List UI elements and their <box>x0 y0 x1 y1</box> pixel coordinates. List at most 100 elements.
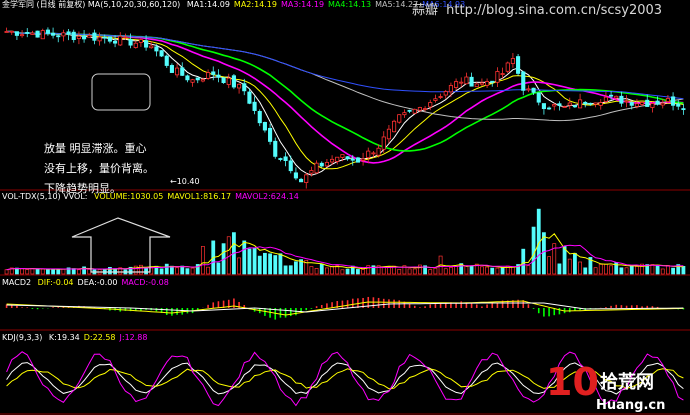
volume-bar <box>35 268 40 275</box>
candle-body <box>314 162 319 174</box>
candle-body <box>252 101 257 111</box>
volume-readout-0: VOLUME:1030.05 <box>94 192 163 201</box>
candle-body <box>557 103 562 106</box>
kdj-readout-2: J:12.88 <box>119 333 148 342</box>
candle-body <box>417 107 422 111</box>
candle-body <box>676 103 681 107</box>
candle-body <box>448 85 453 93</box>
volume-bar <box>273 255 278 275</box>
volume-bar <box>139 264 143 275</box>
volume-bar <box>593 267 598 275</box>
candle-body <box>572 105 577 108</box>
volume-bar <box>345 268 350 275</box>
volume-bar <box>485 266 489 275</box>
candle-body <box>371 152 376 155</box>
volume-bar <box>56 269 61 275</box>
candle-body <box>335 156 340 162</box>
volume-readout-1: MAVOL1:816.17 <box>167 192 231 201</box>
candle-body <box>149 45 154 49</box>
volume-bar <box>598 264 603 275</box>
candle-body <box>299 178 304 183</box>
volume-bar <box>526 265 531 275</box>
candle-body <box>144 40 149 48</box>
watermark-author: 蒜瓣 <box>412 3 438 18</box>
candle-body <box>464 76 469 85</box>
candle-body <box>293 172 298 179</box>
macd-readout-0: DIF:-0.04 <box>38 278 74 287</box>
volume-bar <box>490 267 495 275</box>
volume-bar <box>655 264 660 275</box>
candle-body <box>547 107 552 110</box>
candle-body <box>593 102 598 105</box>
volume-bar <box>578 261 582 275</box>
candle-body <box>603 96 608 102</box>
volume-bar <box>252 247 257 275</box>
candle-body <box>175 67 180 76</box>
candle-body <box>536 92 541 103</box>
candle-body <box>268 127 273 142</box>
candle-body <box>552 104 557 107</box>
candle-body <box>61 32 66 37</box>
volume-bar <box>40 268 45 275</box>
volume-bar <box>562 246 567 275</box>
volume-bar <box>531 226 536 275</box>
candle-body <box>195 77 200 81</box>
volume-bar <box>469 265 474 275</box>
candle-body <box>133 42 138 48</box>
svg-text:VOL-TDX(5,10) VVOL: VO: VOL-TDX(5,10) VVOL: VOLUME:1030.05 MAVOL1… <box>2 192 299 201</box>
low-price-label: 10.40 <box>177 177 200 186</box>
candle-body <box>660 102 665 106</box>
volume-bar <box>201 246 205 275</box>
candle-body <box>87 35 92 38</box>
volume-bar <box>547 256 551 275</box>
candle-body <box>242 83 247 92</box>
candle-body <box>51 32 56 36</box>
candle-body <box>619 95 624 104</box>
period-label: (日线 前复权) <box>37 0 86 9</box>
volume-bar <box>671 267 675 275</box>
svg-text:蒜瓣 http://blog.sina.com.cn: 蒜瓣 http://blog.sina.com.cn/scsy2003 <box>412 3 662 18</box>
candle-body <box>562 106 567 108</box>
candle-body <box>25 32 30 34</box>
candle-body <box>206 72 211 79</box>
volume-bar <box>361 269 365 275</box>
ma-params: MA(5,10,20,30,60,120) <box>88 0 180 9</box>
volume-bar <box>185 268 190 275</box>
candle-body <box>20 34 25 37</box>
candle-body <box>624 100 629 103</box>
candle-body <box>681 108 686 111</box>
candle-body <box>283 156 288 161</box>
candle-body <box>598 102 603 106</box>
candle-body <box>479 82 484 85</box>
candle-body <box>490 80 495 83</box>
candle-body <box>330 158 335 163</box>
candle-body <box>180 67 185 76</box>
volume-bar <box>418 264 422 275</box>
logo-digits: 10 <box>546 360 599 404</box>
volume-readouts: VOLUME:1030.05 MAVOL1:816.17 MAVOL2:624.14 <box>94 192 299 201</box>
volume-bar <box>46 269 50 275</box>
candle-body <box>221 77 226 84</box>
volume-bar <box>330 265 334 275</box>
candle-body <box>9 30 14 33</box>
volume-bar <box>666 265 670 275</box>
volume-bar <box>30 268 35 275</box>
volume-bar <box>366 265 371 275</box>
volume-bar <box>325 267 329 275</box>
volume-bar <box>557 263 562 275</box>
candle-body <box>588 102 593 105</box>
volume-bar <box>263 252 267 275</box>
volume-bar <box>216 262 221 275</box>
volume-bar <box>247 248 252 275</box>
candle-body <box>40 30 45 40</box>
volume-bar <box>237 257 241 275</box>
volume-bar <box>278 253 283 275</box>
volume-bar <box>288 265 293 275</box>
volume-bar <box>20 268 24 275</box>
annotation-line-1: 放量 明显滞涨。重心 <box>44 141 147 155</box>
candle-body <box>211 71 216 75</box>
volume-bar <box>567 258 572 275</box>
volume-bar <box>464 265 469 275</box>
candle-body <box>273 140 278 157</box>
candle-body <box>288 160 293 172</box>
